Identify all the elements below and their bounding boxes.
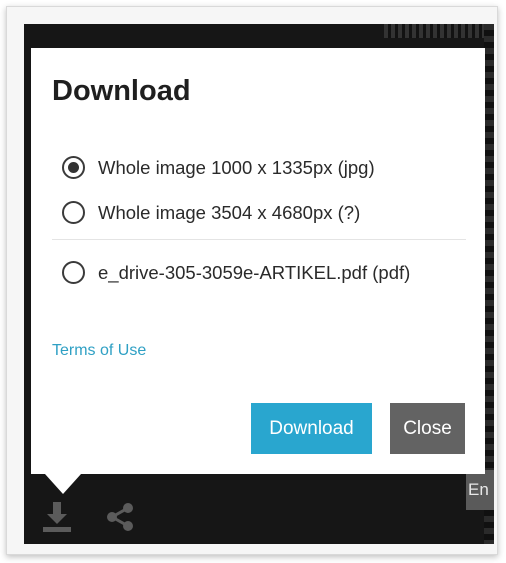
radio-button[interactable] <box>62 261 85 284</box>
dialog-title: Download <box>52 75 191 107</box>
download-button[interactable]: Download <box>251 403 372 454</box>
background-image-edge-top <box>384 24 494 38</box>
side-tab[interactable]: En <box>466 470 494 510</box>
close-button[interactable]: Close <box>390 403 465 454</box>
divider <box>52 239 466 240</box>
option-label: Whole image 1000 x 1335px (jpg) <box>98 157 375 178</box>
option-label: Whole image 3504 x 4680px (?) <box>98 202 361 223</box>
option-whole-image-large[interactable]: Whole image 3504 x 4680px (?) <box>62 201 438 224</box>
option-pdf[interactable]: e_drive-305-3059e-ARTIKEL.pdf (pdf) <box>62 261 438 284</box>
option-whole-image-small[interactable]: Whole image 1000 x 1335px (jpg) <box>62 156 438 179</box>
download-icon[interactable] <box>40 500 74 539</box>
option-label: e_drive-305-3059e-ARTIKEL.pdf (pdf) <box>98 262 411 283</box>
dialog-pointer <box>45 474 81 494</box>
share-icon[interactable] <box>103 500 137 539</box>
radio-button[interactable] <box>62 201 85 224</box>
download-dialog: Download Whole image 1000 x 1335px (jpg)… <box>31 48 485 494</box>
radio-button-checked[interactable] <box>62 156 85 179</box>
background-image-edge-right <box>484 24 494 544</box>
side-tab-label: En <box>468 480 489 499</box>
terms-of-use-link[interactable]: Terms of Use <box>52 342 146 360</box>
